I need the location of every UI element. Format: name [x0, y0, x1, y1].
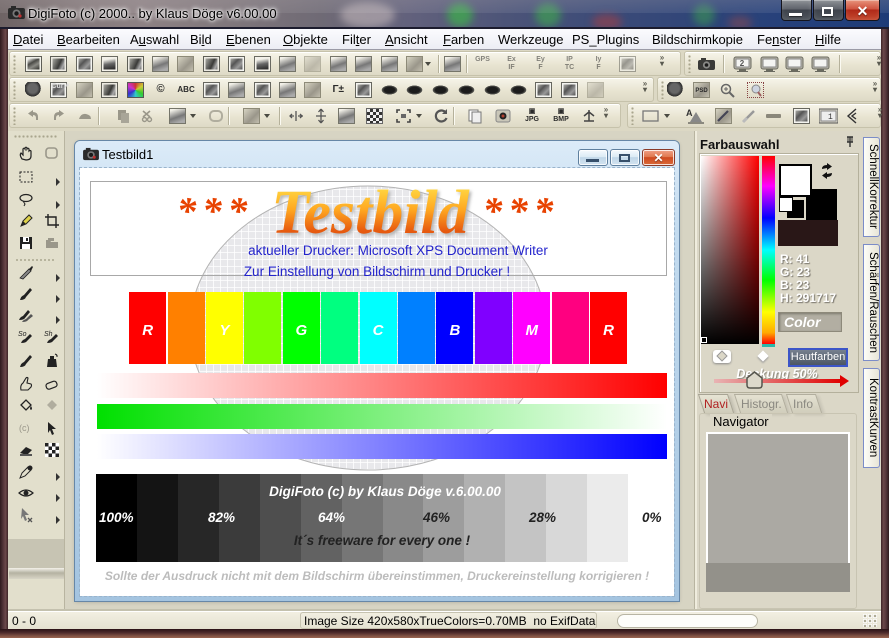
svg-text:1: 1 [828, 113, 833, 122]
svg-text:2: 2 [740, 59, 745, 68]
svg-text:So: So [18, 331, 27, 338]
svg-text:(c): (c) [19, 423, 30, 433]
svg-text:Sh: Sh [44, 331, 53, 338]
svg-text:A: A [686, 108, 693, 118]
